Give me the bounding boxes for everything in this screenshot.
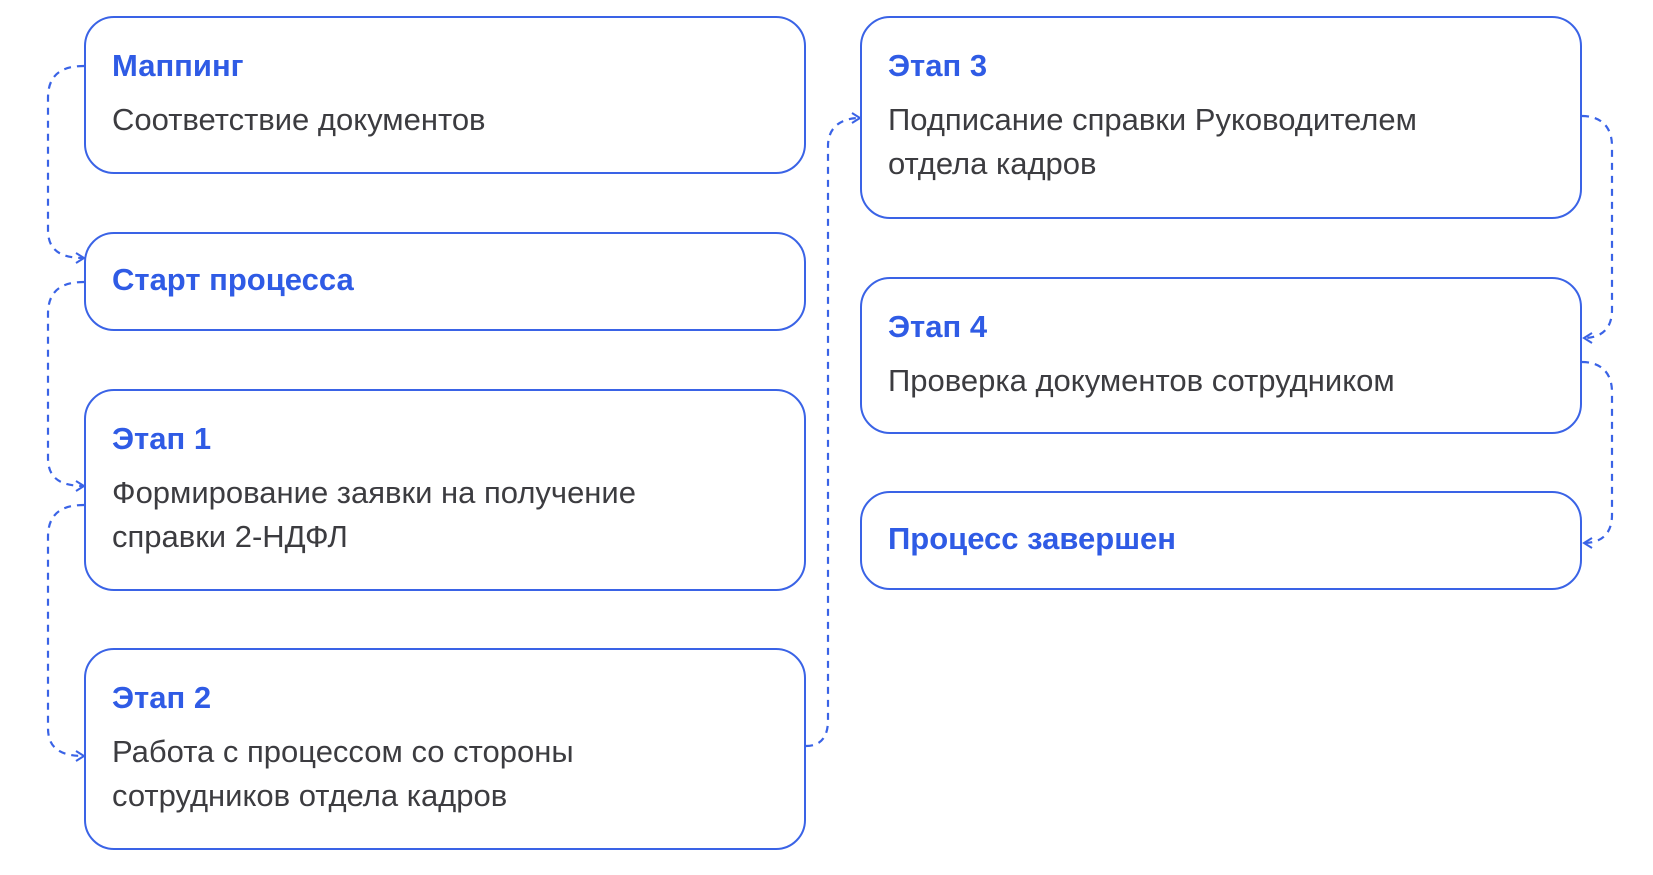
step-description: Подписание справки Руководителем отдела … [888,98,1554,186]
step-card-start: Старт процесса [84,232,806,331]
connector-stage2-stage3 [805,112,862,748]
step-title: Маппинг [112,48,244,83]
step-card-stage1: Этап 1 Формирование заявки на получение … [84,389,806,591]
step-title: Процесс завершен [888,521,1177,556]
step-card-stage4: Этап 4 Проверка документов сотрудником [860,277,1582,434]
step-description-line: справки 2-НДФЛ [112,519,348,554]
step-card-stage2: Этап 2 Работа с процессом со стороны сот… [84,648,806,850]
step-card-stage3: Этап 3 Подписание справки Руководителем … [860,16,1582,219]
connector-stage4-finish [1581,360,1614,549]
step-description: Формирование заявки на получение справки… [112,471,778,559]
step-card-mapping: Маппинг Соответствие документов [84,16,806,174]
step-description: Соответствие документов [112,102,486,137]
step-description: Работа с процессом со стороны сотруднико… [112,730,778,818]
step-description-line: сотрудников отдела кадров [112,778,508,813]
step-title: Этап 3 [888,48,988,83]
step-description-line: Работа с процессом со стороны [112,734,574,769]
flow-diagram: Маппинг Соответствие документов Старт пр… [0,0,1653,875]
step-description-line: Формирование заявки на получение [112,475,636,510]
step-description: Проверка документов сотрудником [888,363,1395,398]
step-title: Этап 1 [112,421,212,456]
step-description-line: Подписание справки Руководителем [888,102,1417,137]
step-title: Этап 2 [112,680,212,715]
step-title: Старт процесса [112,262,354,297]
step-card-finish: Процесс завершен [860,491,1582,590]
step-description-line: отдела кадров [888,146,1097,181]
connector-stage1-stage2 [46,503,86,762]
connector-start-stage1 [46,280,86,492]
connector-stage3-stage4 [1581,114,1614,344]
step-title: Этап 4 [888,309,988,344]
connector-mapping-start [46,64,86,264]
